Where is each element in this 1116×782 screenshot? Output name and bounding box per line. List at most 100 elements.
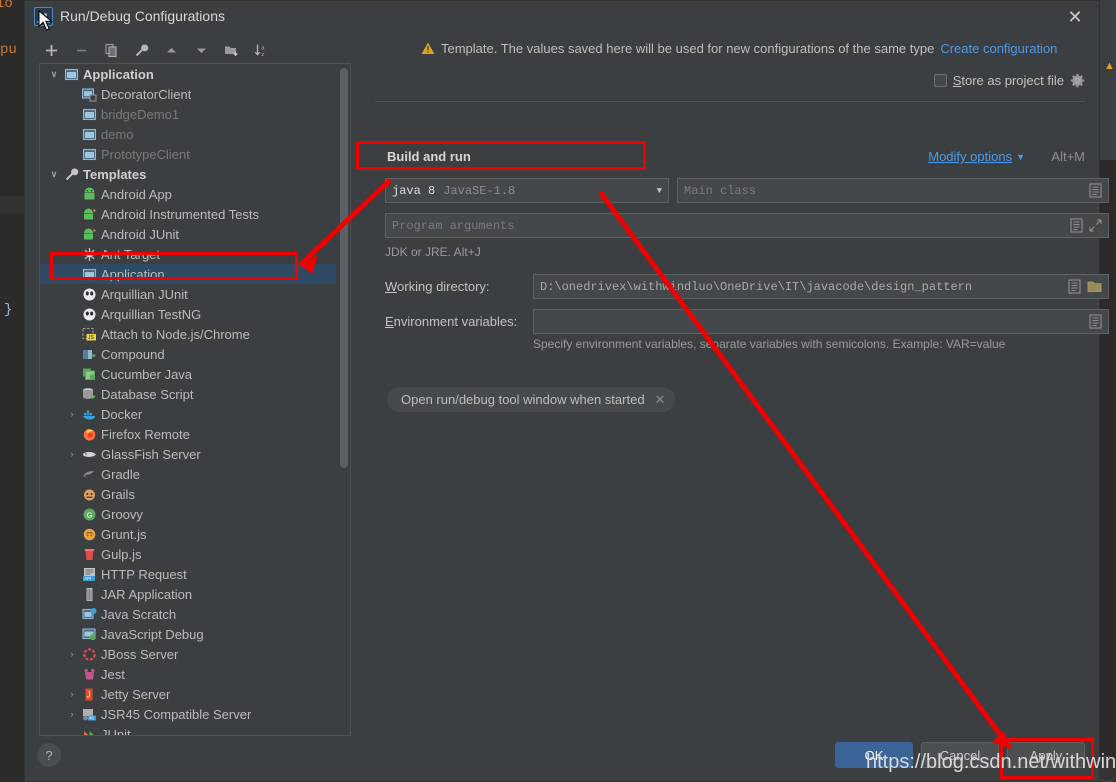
configurations-tree-panel[interactable]: ∨ Application DecoratorClient bridgeDemo1 de… <box>39 63 351 736</box>
chevron-right-icon[interactable]: › <box>64 409 80 419</box>
tree-item-jar-application[interactable]: JAR Application <box>40 584 336 604</box>
tree-item-label: Groovy <box>101 506 143 522</box>
jdk-combo-box[interactable]: java 8 JavaSE-1.8 ▼ <box>385 178 669 203</box>
sort-az-icon[interactable]: a z <box>247 38 275 62</box>
tree-item-javascript-debug[interactable]: JavaScript Debug <box>40 624 336 644</box>
firefox-icon <box>80 427 98 442</box>
grunt-icon <box>80 527 98 542</box>
tree-item-groovy[interactable]: G Groovy <box>40 504 336 524</box>
tree-item-arquillian-testng[interactable]: Arquillian TestNG <box>40 304 336 324</box>
chevron-right-icon[interactable]: › <box>64 449 80 459</box>
new-folder-icon[interactable] <box>217 38 245 62</box>
chevron-down-icon[interactable]: ▼ <box>1016 152 1025 162</box>
tree-item-android-instrumented-tests[interactable]: Android Instrumented Tests <box>40 204 336 224</box>
environment-variables-label: Environment variables: <box>385 314 518 329</box>
working-directory-field[interactable]: D:\onedrivex\withwindluo\OneDrive\IT\jav… <box>533 274 1109 299</box>
chevron-down-icon[interactable]: ∨ <box>46 69 62 80</box>
svg-text:45: 45 <box>89 715 94 720</box>
main-class-field[interactable]: Main class <box>677 178 1109 203</box>
arrow-up-icon[interactable] <box>157 38 185 62</box>
svg-text:G: G <box>86 510 92 519</box>
working-directory-value: D:\onedrivex\withwindluo\OneDrive\IT\jav… <box>540 279 973 294</box>
tree-item-docker[interactable]: › Docker <box>40 404 336 424</box>
tree-scrollbar[interactable] <box>340 68 348 468</box>
tree-item-ant-target[interactable]: Ant Target <box>40 244 336 264</box>
browse-module-icon[interactable] <box>1089 183 1102 198</box>
chevron-down-icon[interactable]: ▼ <box>657 186 662 196</box>
tree-item-cucumber-java[interactable]: Cucumber Java <box>40 364 336 384</box>
help-button[interactable]: ? <box>37 743 61 767</box>
tree-item-application[interactable]: Application <box>40 264 336 284</box>
tree-item-jest[interactable]: Jest <box>40 664 336 684</box>
chevron-right-icon[interactable]: › <box>64 689 80 699</box>
gulp-icon <box>80 547 98 562</box>
insert-macro-icon[interactable] <box>1070 218 1083 233</box>
chevron-right-icon[interactable]: › <box>64 649 80 659</box>
tree-item-templates[interactable]: ∨ Templates <box>40 164 336 184</box>
browse-env-icon[interactable] <box>1089 314 1102 329</box>
wrench-icon[interactable] <box>127 38 155 62</box>
tree-item-application[interactable]: ∨ Application <box>40 64 336 84</box>
svg-text:z: z <box>261 51 264 57</box>
tree-item-java-scratch[interactable]: Java Scratch <box>40 604 336 624</box>
tree-item-bridgedemo1[interactable]: bridgeDemo1 <box>40 104 336 124</box>
tree-item-jetty-server[interactable]: › J Jetty Server <box>40 684 336 704</box>
chevron-down-icon[interactable]: ∨ <box>46 169 62 180</box>
tree-item-label: Attach to Node.js/Chrome <box>101 326 250 342</box>
apply-button[interactable]: Apply <box>1007 742 1085 768</box>
tree-item-decoratorclient[interactable]: DecoratorClient <box>40 84 336 104</box>
browse-folder-icon[interactable] <box>1087 280 1102 293</box>
close-icon[interactable]: ✕ <box>1063 5 1087 29</box>
background-right-strip-lower <box>1100 160 1116 782</box>
tree-item-arquillian-junit[interactable]: Arquillian JUnit <box>40 284 336 304</box>
ok-button[interactable]: OK <box>835 742 913 768</box>
tree-item-demo[interactable]: demo <box>40 124 336 144</box>
tree-item-android-app[interactable]: Android App <box>40 184 336 204</box>
tree-item-database-script[interactable]: Database Script <box>40 384 336 404</box>
tree-item-http-request[interactable]: API HTTP Request <box>40 564 336 584</box>
tree-item-gulp-js[interactable]: Gulp.js <box>40 544 336 564</box>
jboss-icon <box>80 647 98 662</box>
expand-editor-icon[interactable] <box>1089 219 1102 232</box>
store-as-project-file-checkbox[interactable] <box>933 74 947 87</box>
environment-variables-field[interactable] <box>533 309 1109 334</box>
js-debug-icon <box>80 627 98 642</box>
create-configuration-link[interactable]: Create configuration <box>940 41 1057 56</box>
tree-item-firefox-remote[interactable]: Firefox Remote <box>40 424 336 444</box>
store-as-project-file-row[interactable]: Store as project file <box>933 73 1085 88</box>
copy-configuration-button[interactable] <box>97 38 125 62</box>
program-arguments-field[interactable]: Program arguments <box>385 213 1109 238</box>
docker-icon <box>80 407 98 422</box>
tree-item-glassfish-server[interactable]: › GlassFish Server <box>40 444 336 464</box>
tree-item-prototypeclient[interactable]: PrototypeClient <box>40 144 336 164</box>
chevron-right-icon[interactable]: › <box>64 709 80 719</box>
tree-item-label: Gulp.js <box>101 546 142 562</box>
tree-item-label: Docker <box>101 406 143 422</box>
tree-item-jsr45-compatible-server[interactable]: › 45 JSR45 Compatible Server <box>40 704 336 724</box>
insert-macro-icon[interactable] <box>1068 279 1081 294</box>
option-chip-open-run-debug-tool-window[interactable]: Open run/debug tool window when started … <box>387 387 676 412</box>
arrow-down-icon[interactable] <box>187 38 215 62</box>
add-configuration-button[interactable] <box>37 38 65 62</box>
tree-item-grunt-js[interactable]: Grunt.js <box>40 524 336 544</box>
tree-item-label: Compound <box>101 346 165 362</box>
run-debug-configurations-dialog: IJ Run/Debug Configurations ✕ <box>24 0 1109 782</box>
tree-item-android-junit[interactable]: Android JUnit <box>40 224 336 244</box>
tree-item-junit[interactable]: JUnit <box>40 724 336 735</box>
cancel-button[interactable]: Cancel <box>921 742 999 768</box>
tree-item-attach-to-node-js-chrome[interactable]: JS Attach to Node.js/Chrome <box>40 324 336 344</box>
inspection-warning-icon: ▲ <box>1104 60 1115 72</box>
remove-configuration-button[interactable] <box>67 38 95 62</box>
jest-icon <box>80 667 98 682</box>
section-divider <box>375 101 1085 102</box>
gear-icon[interactable] <box>1070 73 1085 88</box>
tree-item-gradle[interactable]: Gradle <box>40 464 336 484</box>
modify-options-link[interactable]: Modify options <box>928 149 1012 164</box>
modify-options-row[interactable]: Modify options ▼ <box>928 149 1025 164</box>
tree-item-compound[interactable]: Compound <box>40 344 336 364</box>
close-icon[interactable]: ✕ <box>655 392 666 408</box>
configurations-tree[interactable]: ∨ Application DecoratorClient bridgeDemo1 de… <box>40 64 336 735</box>
tree-item-grails[interactable]: Grails <box>40 484 336 504</box>
program-arguments-placeholder: Program arguments <box>392 218 515 233</box>
tree-item-jboss-server[interactable]: › JBoss Server <box>40 644 336 664</box>
